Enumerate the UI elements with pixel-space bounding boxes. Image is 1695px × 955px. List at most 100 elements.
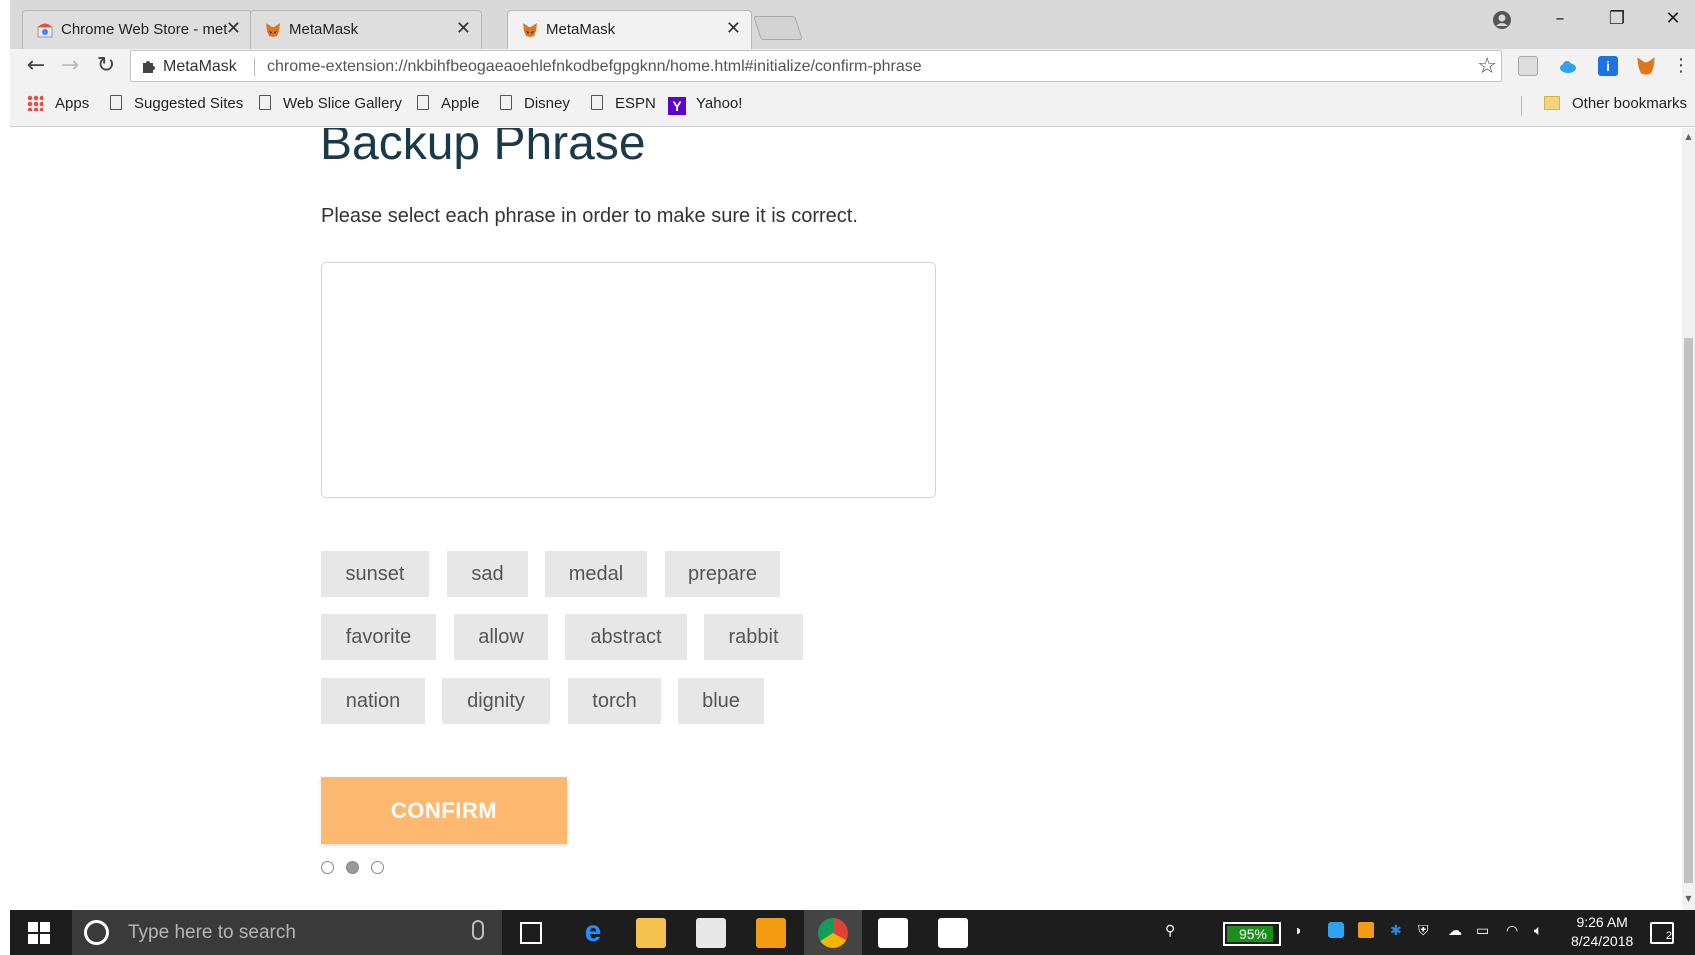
close-tab-icon[interactable]: ✕ [726,18,741,39]
bookmark-label: Yahoo! [696,95,743,112]
seed-word-button[interactable]: dignity [442,678,550,724]
clock-date: 8/24/2018 [1571,933,1634,949]
windows-start-icon[interactable] [28,922,50,944]
site-label: MetaMask [163,58,237,75]
edge-browser-icon[interactable]: e [578,917,608,948]
bookmark-apple[interactable]: Apple [417,95,479,112]
bookmark-suggested-sites[interactable]: Suggested Sites [110,95,243,112]
mail-icon[interactable] [878,918,908,948]
bookmark-espn[interactable]: ESPN [591,95,656,112]
taskbar-search-box[interactable]: Type here to search [72,910,502,955]
back-arrow-icon[interactable]: ← [22,53,50,79]
tray-power-icon[interactable]: ◑ [1293,922,1301,938]
pdf-extension-icon[interactable] [1518,56,1538,76]
bookmark-web-slice-gallery[interactable]: Web Slice Gallery [259,95,402,112]
address-bar[interactable]: MetaMask chrome-extension://nkbihfbeogae… [130,50,1502,82]
forward-arrow-icon[interactable]: → [56,53,84,79]
profile-icon[interactable] [1482,10,1522,40]
bookmark-apps[interactable]: Apps [27,95,89,112]
page-scrollbar[interactable]: ▲ ▼ [1682,128,1695,910]
bluetooth-icon[interactable]: ✱ [1390,922,1402,939]
chrome-browser-icon[interactable] [818,918,848,948]
search-placeholder: Type here to search [128,922,296,943]
metamask-fox-icon [523,23,537,37]
seed-word-button[interactable]: sad [447,551,528,597]
seed-word-button[interactable]: allow [454,614,548,660]
bookmark-disney[interactable]: Disney [500,95,570,112]
bookmark-label: Apps [55,95,90,112]
onedrive-icon[interactable]: ☁ [1448,922,1462,939]
wifi-icon[interactable]: ◠ [1506,922,1518,939]
other-bookmarks[interactable]: Other bookmarks [1544,95,1687,112]
photos-icon[interactable] [938,918,968,948]
windows-taskbar: Type here to search e ⚲ 95% ◑ ✱ ⛨ ☁ ▭ ◠ … [10,910,1695,955]
tab-title: MetaMask [289,21,359,38]
seed-word-button[interactable]: rabbit [704,614,803,660]
seed-word-button[interactable]: abstract [565,614,687,660]
volume-icon[interactable]: 🔈︎ [1534,922,1542,939]
seed-word-button[interactable]: torch [568,678,661,724]
metamask-extension-icon[interactable] [1636,56,1656,76]
seed-word-button[interactable]: medal [545,551,647,597]
seed-word-button[interactable]: prepare [665,551,780,597]
reload-icon[interactable]: ↻ [92,53,120,79]
screen-edge [0,0,10,955]
restore-icon[interactable]: ❐ [1597,8,1637,38]
folder-icon [1544,96,1560,110]
tab-metamask-active[interactable]: MetaMask ✕ [507,10,752,49]
new-tab-button[interactable] [753,16,803,40]
seed-word-button[interactable]: blue [678,678,764,724]
seed-word-button[interactable]: sunset [321,551,429,597]
close-window-icon[interactable]: ✕ [1653,8,1693,38]
notifications-icon[interactable]: 2 [1650,922,1674,944]
people-icon[interactable]: ⚲ [1165,922,1175,939]
minimize-icon[interactable]: – [1540,8,1580,38]
cloud-extension-icon[interactable] [1558,56,1578,76]
progress-step-dot-active [346,861,359,874]
task-view-icon[interactable] [520,922,542,944]
file-explorer-icon[interactable] [636,918,666,948]
battery-small-icon[interactable]: ▭ [1476,922,1489,939]
tab-metamask-1[interactable]: MetaMask ✕ [250,10,482,49]
browser-titlebar: Chrome Web Store - met ✕ MetaMask ✕ Meta… [10,0,1695,49]
tab-title: MetaMask [546,21,616,38]
media-player-icon[interactable] [756,918,786,948]
bookmark-label: Web Slice Gallery [283,95,402,112]
metamask-fox-icon [266,23,280,37]
selected-words-box[interactable] [321,262,936,498]
instructions-text: Please select each phrase in order to ma… [321,205,858,227]
cortana-icon [84,920,109,945]
system-clock[interactable]: 9:26 AM 8/24/2018 [1571,913,1633,951]
store-icon[interactable] [696,918,726,948]
scroll-down-icon[interactable]: ▼ [1683,894,1694,903]
seed-word-button[interactable]: nation [321,678,425,724]
security-icon[interactable]: ⛨ [1418,922,1429,939]
seed-word-button[interactable]: favorite [321,614,436,660]
microphone-icon[interactable] [472,920,484,940]
progress-step-dot [371,861,384,874]
bookmark-yahoo[interactable]: Y Yahoo! [668,95,742,115]
apps-grid-icon [27,95,43,111]
tray-cloud-icon[interactable] [1328,922,1344,938]
bookmark-label: Disney [524,95,570,112]
url-text[interactable]: chrome-extension://nkbihfbeogaeaoehlefnk… [267,58,922,76]
chrome-menu-icon[interactable]: ⋮ [1667,53,1695,79]
battery-indicator[interactable]: 95% [1223,922,1281,946]
metamask-confirm-phrase-page: Backup Phrase Please select each phrase … [10,128,1682,910]
page-icon [259,95,271,110]
bookmark-star-icon[interactable]: ☆ [1477,54,1497,79]
scrollbar-thumb[interactable] [1684,338,1693,883]
notification-count: 2 [1665,930,1672,942]
close-tab-icon[interactable]: ✕ [456,18,471,39]
tab-chrome-web-store[interactable]: Chrome Web Store - met ✕ [22,10,252,49]
close-tab-icon[interactable]: ✕ [226,18,241,39]
scroll-up-icon[interactable]: ▲ [1683,132,1694,141]
confirm-button[interactable]: CONFIRM [321,777,567,844]
browser-toolbar: ← → ↻ MetaMask chrome-extension://nkbihf… [10,49,1695,83]
omnibox-divider [254,58,255,76]
info-extension-icon[interactable]: i [1598,56,1618,76]
progress-step-dot [321,861,334,874]
page-icon [500,95,512,110]
tray-app-icon[interactable] [1358,922,1374,938]
bookmarks-divider [1521,96,1522,116]
